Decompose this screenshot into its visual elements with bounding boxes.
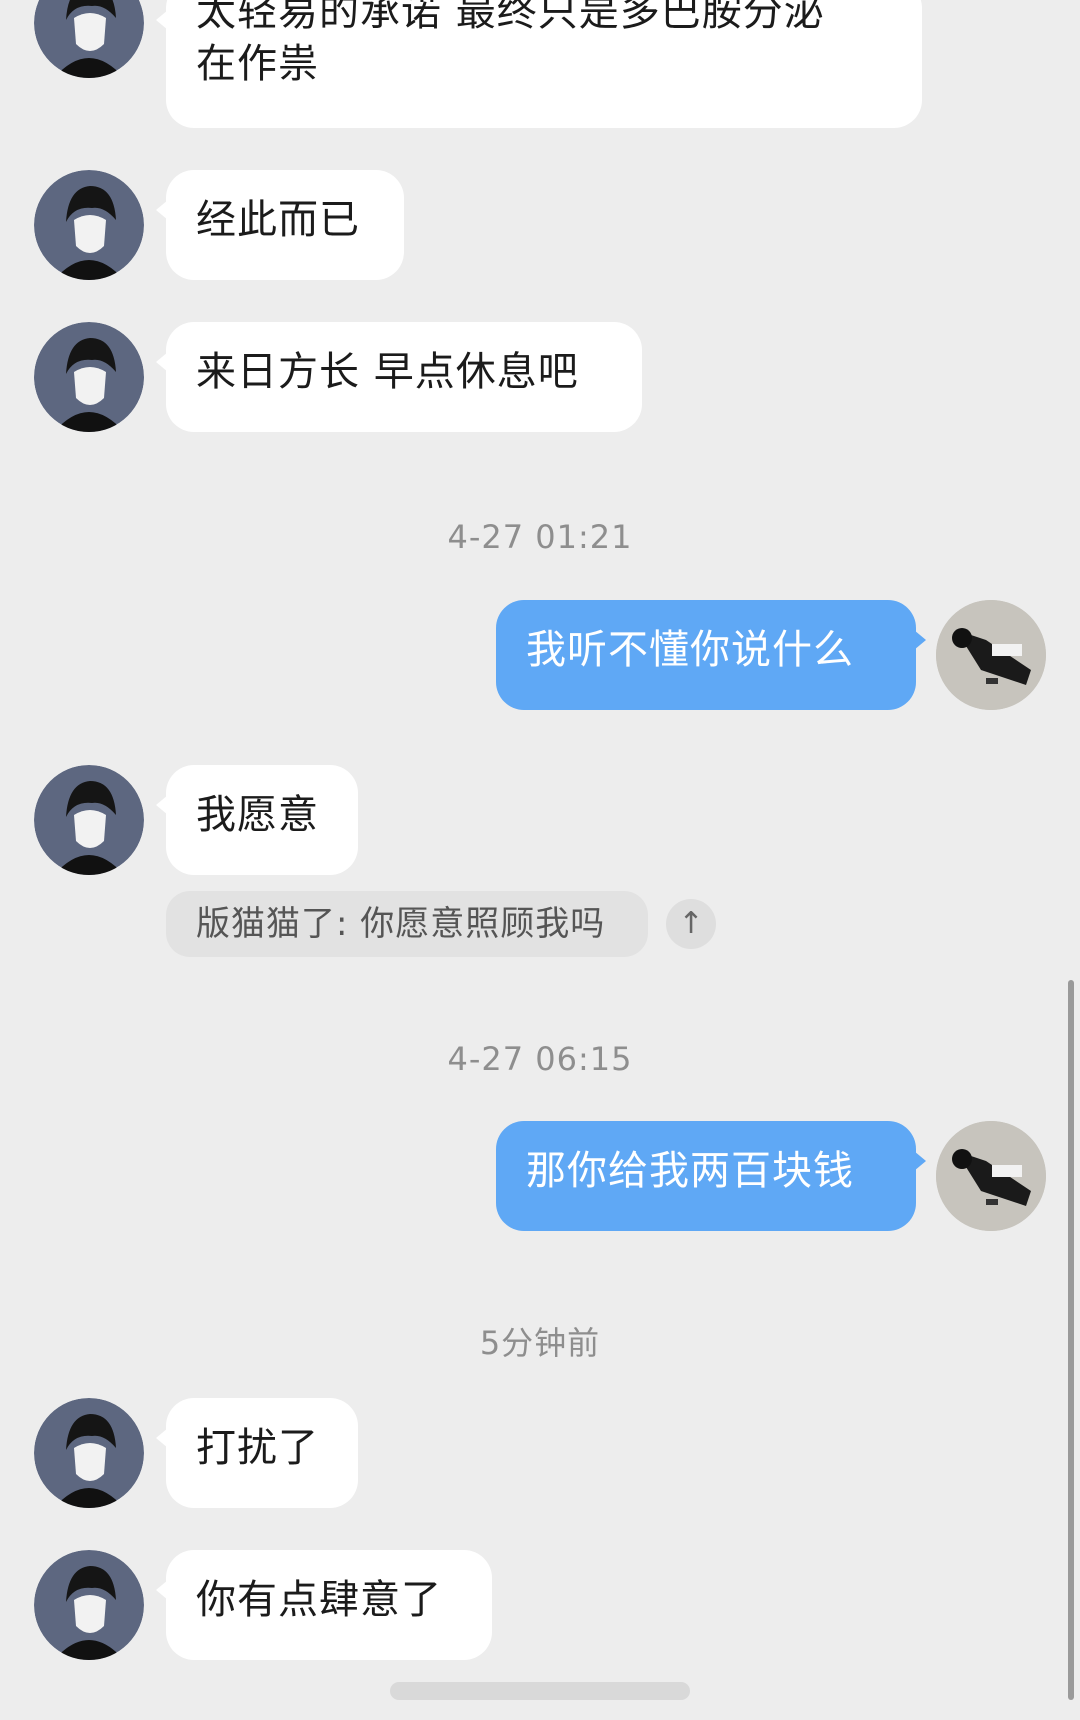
arrow-up-icon[interactable]: ↑ bbox=[666, 899, 716, 949]
avatar[interactable] bbox=[34, 170, 144, 280]
avatar[interactable] bbox=[936, 600, 1046, 710]
avatar[interactable] bbox=[34, 1398, 144, 1508]
message-bubble[interactable]: 来日方长 早点休息吧 bbox=[156, 322, 642, 432]
avatar[interactable] bbox=[34, 322, 144, 432]
avatar[interactable] bbox=[34, 1550, 144, 1660]
message-bubble[interactable]: 打扰了 bbox=[156, 1398, 358, 1508]
avatar[interactable] bbox=[34, 0, 144, 78]
scrollbar[interactable] bbox=[1068, 980, 1074, 1700]
message-bubble[interactable]: 太轻易的承诺 最终只是多巴胺分泌 在作祟 bbox=[156, 0, 922, 128]
message-bubble[interactable]: 那你给我两百块钱 bbox=[496, 1121, 926, 1231]
message-line: 在作祟 bbox=[196, 41, 319, 87]
home-indicator bbox=[390, 1682, 690, 1700]
message-bubble[interactable]: 我听不懂你说什么 bbox=[496, 600, 926, 710]
message-bubble[interactable]: 经此而已 bbox=[156, 170, 404, 280]
quoted-reply[interactable]: 版猫猫了: 你愿意照顾我吗 bbox=[166, 891, 648, 957]
message-line: 太轻易的承诺 最终只是多巴胺分泌 bbox=[196, 0, 825, 35]
timestamp: 4-27 01:21 bbox=[447, 518, 633, 556]
avatar[interactable] bbox=[936, 1121, 1046, 1231]
timestamp: 5分钟前 bbox=[479, 1324, 601, 1362]
timestamp: 4-27 06:15 bbox=[447, 1040, 633, 1078]
avatar[interactable] bbox=[34, 765, 144, 875]
message-bubble[interactable]: 你有点肆意了 bbox=[156, 1550, 492, 1660]
message-bubble[interactable]: 我愿意 bbox=[156, 765, 358, 875]
